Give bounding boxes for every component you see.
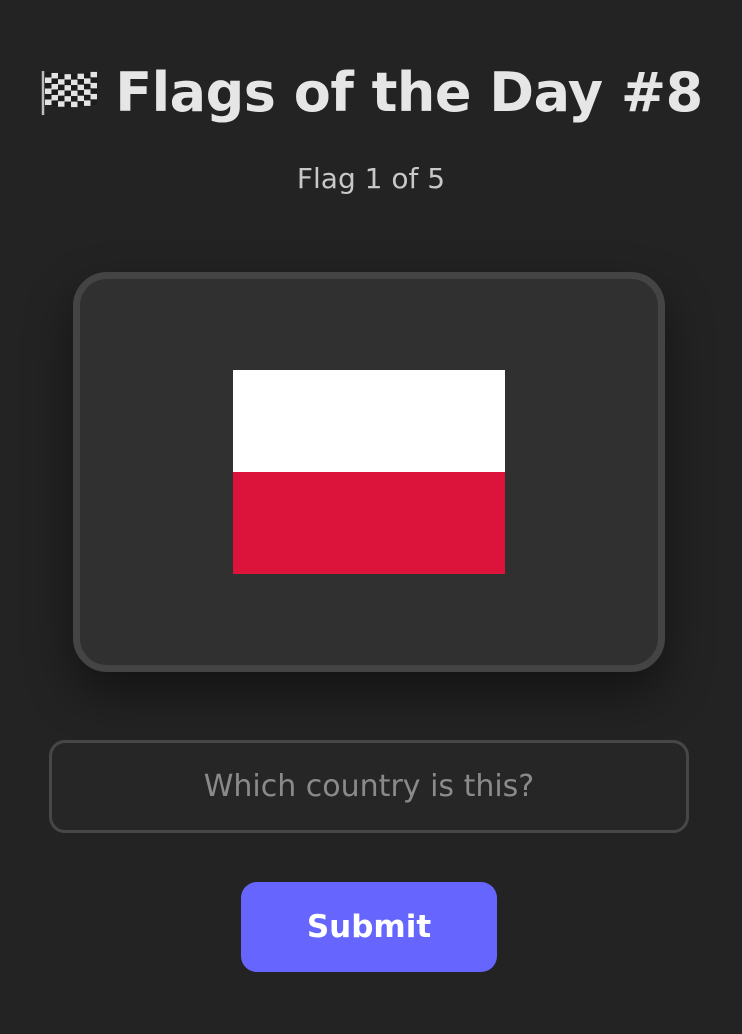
flag-stripe-bottom — [233, 472, 505, 574]
country-guess-input[interactable] — [49, 740, 689, 833]
page-title: Flags of the Day #8 — [115, 60, 703, 124]
submit-button[interactable]: Submit — [241, 882, 497, 972]
flag-card — [73, 272, 665, 672]
header: Flags of the Day #8 — [0, 52, 742, 132]
checkered-flag-icon — [42, 71, 98, 115]
flag-image — [233, 370, 505, 574]
progress-indicator: Flag 1 of 5 — [296, 162, 446, 195]
flag-stripe-top — [233, 370, 505, 472]
